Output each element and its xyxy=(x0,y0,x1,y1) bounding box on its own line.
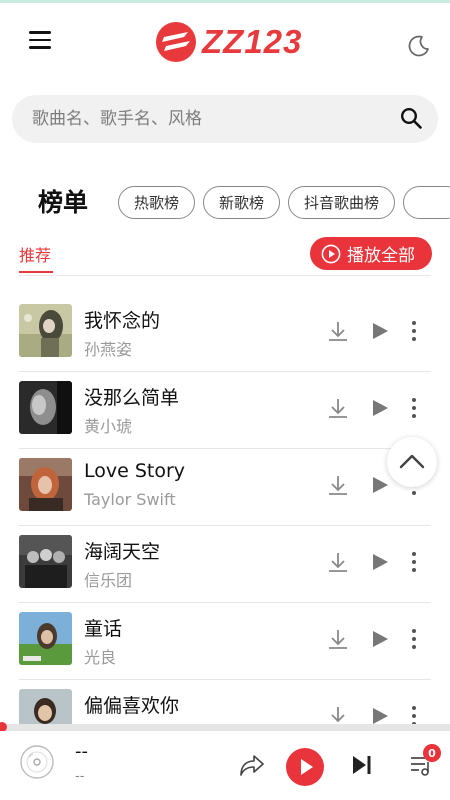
chip-new-songs[interactable]: 新歌榜 xyxy=(203,186,280,219)
song-row[interactable]: 童话 光良 xyxy=(0,602,450,680)
song-artist: 光良 xyxy=(84,648,117,667)
chip-douyin-songs[interactable]: 抖音歌曲榜 xyxy=(288,186,395,219)
play-pause-button[interactable] xyxy=(286,748,324,786)
queue-count-badge: 0 xyxy=(423,744,441,762)
song-title: 童话 xyxy=(84,618,123,640)
search-input[interactable] xyxy=(32,95,382,143)
moon-icon[interactable] xyxy=(407,34,431,58)
tab-recommended[interactable]: 推荐 xyxy=(19,242,51,266)
song-list: 我怀念的 孙燕姿 没那么简单 黄小琥 Love Story Taylor Swi… xyxy=(0,294,450,726)
play-icon xyxy=(301,759,313,775)
song-title: Love Story xyxy=(84,460,186,482)
divider xyxy=(19,275,431,276)
play-all-button[interactable]: 播放全部 xyxy=(310,237,432,270)
more-icon[interactable] xyxy=(403,705,425,726)
share-icon[interactable] xyxy=(239,753,265,777)
now-playing-title: -- xyxy=(75,741,88,762)
more-icon[interactable] xyxy=(403,551,425,573)
song-row[interactable]: 偏偏喜欢你 xyxy=(0,679,450,726)
download-icon[interactable] xyxy=(327,397,349,419)
chevron-up-icon xyxy=(399,454,425,469)
song-title: 偏偏喜欢你 xyxy=(84,695,180,717)
more-icon[interactable] xyxy=(403,320,425,342)
song-title: 我怀念的 xyxy=(84,310,161,332)
download-icon[interactable] xyxy=(327,705,349,726)
logo[interactable]: ZZ123 xyxy=(154,20,302,64)
search-icon[interactable] xyxy=(399,106,423,130)
song-artist: 黄小琥 xyxy=(84,417,133,436)
song-artist: Taylor Swift xyxy=(84,490,176,509)
section-title: 榜单 xyxy=(38,188,89,217)
brand-name: ZZ123 xyxy=(202,23,303,60)
download-icon[interactable] xyxy=(327,474,349,496)
song-row[interactable]: Love Story Taylor Swift xyxy=(0,448,450,526)
chip-more-partial[interactable] xyxy=(403,186,450,219)
album-cover xyxy=(19,689,72,726)
progress-bar[interactable] xyxy=(0,724,450,731)
play-icon[interactable] xyxy=(369,628,391,650)
song-row[interactable]: 没那么简单 黄小琥 xyxy=(0,371,450,449)
player-bar: -- -- 0 xyxy=(0,731,450,800)
download-icon[interactable] xyxy=(327,628,349,650)
play-icon[interactable] xyxy=(369,397,391,419)
album-cover xyxy=(19,381,72,434)
album-cover xyxy=(19,458,72,511)
chip-hot-songs[interactable]: 热歌榜 xyxy=(118,186,195,219)
more-icon[interactable] xyxy=(403,397,425,419)
play-icon[interactable] xyxy=(369,705,391,726)
play-icon[interactable] xyxy=(369,320,391,342)
now-playing-artist: -- xyxy=(75,769,85,784)
album-cover xyxy=(19,612,72,665)
play-icon[interactable] xyxy=(369,551,391,573)
song-title: 海阔天空 xyxy=(84,541,161,563)
logo-mark-icon xyxy=(156,22,196,62)
song-artist: 孙燕姿 xyxy=(84,340,133,359)
search-bar xyxy=(12,95,438,143)
play-all-label: 播放全部 xyxy=(347,246,415,266)
menu-icon[interactable] xyxy=(29,31,51,49)
download-icon[interactable] xyxy=(327,320,349,342)
app-header: ZZ123 xyxy=(0,3,450,83)
next-track-icon[interactable] xyxy=(351,755,373,775)
tab-active-indicator xyxy=(19,271,53,273)
song-row[interactable]: 我怀念的 孙燕姿 xyxy=(0,294,450,372)
disc-icon[interactable] xyxy=(20,745,54,779)
song-artist: 信乐团 xyxy=(84,571,133,590)
play-circle-icon xyxy=(321,244,341,263)
back-to-top-button[interactable] xyxy=(387,437,437,487)
album-cover xyxy=(19,304,72,357)
download-icon[interactable] xyxy=(327,551,349,573)
song-row[interactable]: 海阔天空 信乐团 xyxy=(0,525,450,603)
song-title: 没那么简单 xyxy=(84,387,180,409)
more-icon[interactable] xyxy=(403,628,425,650)
album-cover xyxy=(19,535,72,588)
